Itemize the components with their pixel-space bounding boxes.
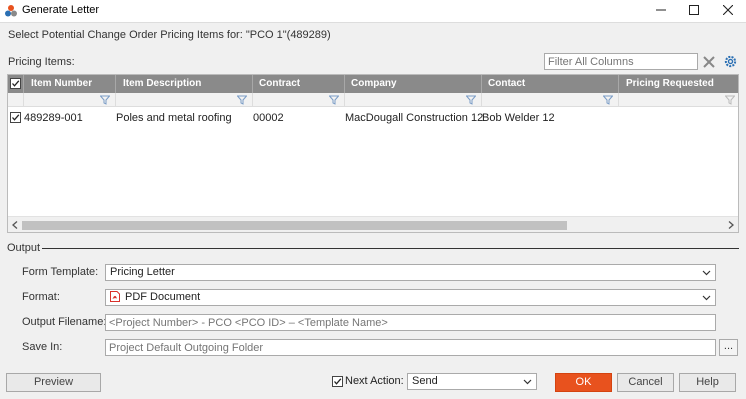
filter-cell-item-description[interactable] [116, 93, 253, 107]
app-logo-icon [5, 5, 17, 17]
horizontal-scrollbar[interactable] [8, 216, 738, 232]
checkmark-icon [12, 80, 20, 87]
minimize-button[interactable] [644, 0, 678, 20]
format-dropdown[interactable]: PDF Document [105, 289, 716, 306]
grid-header-row: Item Number Item Description Contract Co… [8, 75, 738, 93]
save-in-label: Save In: [22, 341, 63, 353]
next-action-value: Send [412, 375, 438, 387]
filter-cell-contact[interactable] [482, 93, 619, 107]
clear-x-icon [703, 55, 715, 68]
column-header-pricing-requested[interactable]: Pricing Requested [619, 75, 738, 93]
form-template-label: Form Template: [22, 266, 99, 278]
filter-funnel-icon [603, 95, 613, 105]
form-template-value: Pricing Letter [110, 266, 175, 278]
browse-button[interactable]: ... [719, 339, 738, 356]
cancel-button[interactable]: Cancel [617, 373, 674, 392]
ok-button[interactable]: OK [555, 373, 612, 392]
select-all-checkbox[interactable] [10, 78, 21, 89]
grid-filter-row [8, 93, 738, 107]
help-button[interactable]: Help [679, 373, 736, 392]
window-title: Generate Letter [22, 4, 100, 16]
chevron-left-icon [12, 221, 18, 229]
save-in-input[interactable] [105, 339, 716, 356]
minimize-icon [656, 9, 666, 11]
close-icon [723, 5, 733, 15]
output-section-label: Output [7, 242, 41, 254]
output-divider [42, 248, 739, 249]
output-filename-label: Output Filename: [22, 316, 107, 328]
filter-funnel-icon [100, 95, 110, 105]
header-select-all-cell [8, 75, 24, 93]
scroll-left-button[interactable] [8, 217, 22, 232]
next-action-label: Next Action: [345, 375, 404, 387]
cell-item-number: 489289-001 [24, 112, 83, 124]
form-template-dropdown[interactable]: Pricing Letter [105, 264, 716, 281]
next-action-dropdown[interactable]: Send [407, 373, 537, 390]
chevron-down-icon [523, 379, 532, 385]
output-filename-input[interactable] [105, 314, 716, 331]
clear-filter-button[interactable] [701, 53, 717, 70]
cell-item-description: Poles and metal roofing [116, 112, 232, 124]
maximize-button[interactable] [677, 0, 711, 20]
gear-icon [724, 55, 736, 68]
pdf-icon [110, 291, 120, 302]
chevron-down-icon [702, 295, 711, 301]
checkmark-icon [334, 378, 342, 385]
dialog-body: Select Potential Change Order Pricing It… [0, 22, 746, 399]
format-label: Format: [22, 291, 60, 303]
scrollbar-thumb[interactable] [22, 221, 567, 230]
filter-funnel-icon [237, 95, 247, 105]
maximize-icon [689, 5, 699, 15]
filter-funnel-icon [466, 95, 476, 105]
chevron-right-icon [728, 221, 734, 229]
filter-cell-pricing-requested[interactable] [619, 93, 738, 107]
filter-cell-contract[interactable] [253, 93, 345, 107]
filter-cell-select [8, 93, 24, 107]
column-header-item-number[interactable]: Item Number [24, 75, 116, 93]
filter-cell-item-number[interactable] [24, 93, 116, 107]
pricing-items-grid: Item Number Item Description Contract Co… [7, 74, 739, 233]
column-header-company[interactable]: Company [345, 75, 482, 93]
cell-contract: 00002 [253, 112, 284, 124]
filter-all-columns-input[interactable] [544, 53, 698, 70]
cell-pricing-requested [613, 109, 619, 127]
chevron-down-icon [702, 270, 711, 276]
pricing-items-label: Pricing Items: [8, 56, 75, 68]
select-instruction: Select Potential Change Order Pricing It… [8, 29, 331, 41]
filter-funnel-icon [329, 95, 339, 105]
column-header-contract[interactable]: Contract [253, 75, 345, 93]
next-action-checkbox[interactable] [332, 376, 343, 387]
format-value: PDF Document [125, 291, 201, 303]
filter-cell-company[interactable] [345, 93, 482, 107]
column-header-contact[interactable]: Contact [482, 75, 619, 93]
cell-contact: Bob Welder 12 [482, 112, 555, 124]
column-header-item-description[interactable]: Item Description [116, 75, 253, 93]
scroll-right-button[interactable] [724, 217, 738, 232]
close-button[interactable] [711, 0, 745, 20]
grid-settings-button[interactable] [722, 53, 738, 70]
filter-funnel-icon [725, 95, 735, 105]
preview-button[interactable]: Preview [6, 373, 101, 392]
title-bar: Generate Letter [0, 0, 746, 22]
table-row[interactable]: 489289-001 Poles and metal roofing 00002… [8, 109, 738, 127]
cell-company: MacDougall Construction 12 [345, 112, 484, 124]
